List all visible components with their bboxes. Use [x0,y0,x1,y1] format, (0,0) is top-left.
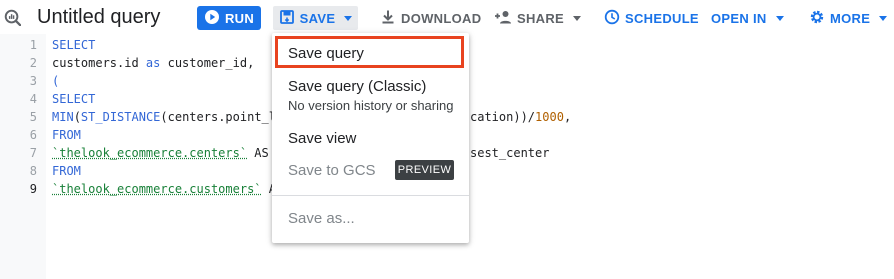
line-number: 8 [29,164,37,178]
menu-item-label: Save as... [288,210,355,227]
save-label: SAVE [299,10,336,26]
code-token: ( [52,74,60,88]
menu-item-save-view[interactable]: Save view [272,123,469,155]
chevron-down-icon [775,15,784,21]
menu-item-save-as: Save as... [272,203,469,235]
code-token: as [145,56,161,70]
line-number: 2 [29,56,37,70]
query-search-icon [4,9,22,27]
clock-icon [604,9,620,28]
code-token: , [563,110,572,124]
code-token: 1000 [535,110,564,124]
open-in-button[interactable]: OPEN IN [711,6,784,30]
code-token: `thelook_ecommerce.customers` [52,182,262,196]
menu-item-label: Save view [288,130,357,147]
code-token: customer_id, [160,56,255,70]
chevron-down-icon [573,15,582,21]
code-token: sest_center [470,146,550,160]
share-button[interactable]: SHARE [494,6,582,30]
more-label: MORE [830,10,871,26]
save-disk-icon [279,9,295,28]
play-circle-icon [204,9,220,28]
code-line-tail[interactable]: cation))/1000, [470,108,571,126]
menu-item-sublabel: No version history or sharing [288,98,454,113]
line-number: 1 [29,38,37,52]
line-number: 3 [29,74,37,88]
chevron-down-icon [879,15,888,21]
menu-item-label: Save query (Classic) [288,78,427,95]
code-token: (centers.point_l [160,110,276,124]
line-number: 6 [29,128,37,142]
menu-item-save-to-gcs: Save to GCS PREVIEW [272,155,469,187]
download-label: DOWNLOAD [401,10,482,26]
code-token: customers.id [52,56,146,70]
code-line[interactable]: customers.id as customer_id, [52,54,254,72]
code-token: `thelook_ecommerce.centers` [52,146,248,160]
menu-item-save-query[interactable]: Save query [272,33,469,73]
menu-item-label: Save query [288,45,364,62]
code-token: FROM [52,128,81,142]
code-line[interactable]: FROM [52,126,81,144]
person-add-icon [494,9,512,28]
download-button[interactable]: DOWNLOAD [380,6,481,30]
code-token: AS [247,146,269,160]
code-line[interactable]: `thelook_ecommerce.customers` A [52,180,276,198]
code-line-tail[interactable]: sest_center [470,144,549,162]
run-button[interactable]: RUN [197,6,261,30]
preview-badge: PREVIEW [395,160,454,180]
line-number-active: 9 [29,182,37,196]
code-line[interactable]: ( [52,72,59,90]
line-number: 5 [29,110,37,124]
schedule-label: SCHEDULE [625,10,699,26]
open-in-label: OPEN IN [711,10,767,26]
menu-item-label: Save to GCS [288,162,376,179]
query-title[interactable]: Untitled query [37,5,160,29]
code-line[interactable]: SELECT [52,36,95,54]
save-dropdown-menu: Save query Save query (Classic) No versi… [272,33,469,243]
chevron-down-icon [344,15,353,21]
query-toolbar: Untitled query RUN SAVE DOWNLOAD SHARE S… [0,0,894,34]
code-token: ST_DISTANCE [80,110,161,124]
run-label: RUN [224,10,255,26]
code-token: SELECT [52,92,96,106]
save-button[interactable]: SAVE [273,6,358,30]
line-number: 4 [29,92,37,106]
download-icon [380,9,396,28]
code-token: MIN [52,110,74,124]
code-line[interactable]: FROM [52,162,81,180]
code-line[interactable]: `thelook_ecommerce.centers` AS [52,144,269,162]
gear-icon [809,9,825,28]
code-line[interactable]: SELECT [52,90,95,108]
line-number-gutter: 1 2 3 4 5 6 7 8 9 [0,34,46,279]
line-number: 7 [29,146,37,160]
menu-divider [272,195,469,196]
code-token: ( [73,110,81,124]
menu-item-save-query-classic[interactable]: Save query (Classic) No version history … [272,73,469,121]
code-token: FROM [52,164,81,178]
code-token: cation))/ [470,110,536,124]
code-token: SELECT [52,38,96,52]
schedule-button[interactable]: SCHEDULE [604,6,699,30]
share-label: SHARE [517,10,565,26]
code-line[interactable]: MIN(ST_DISTANCE(centers.point_l [52,108,276,126]
more-button[interactable]: MORE [809,6,888,30]
